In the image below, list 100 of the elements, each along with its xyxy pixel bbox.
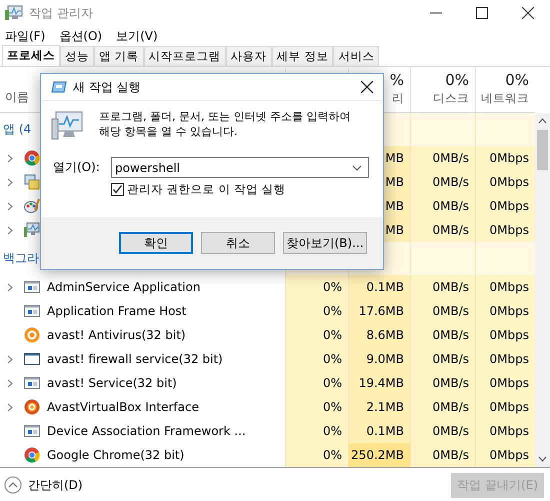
expand-chevron-icon[interactable] bbox=[7, 378, 13, 388]
expand-chevron-icon[interactable] bbox=[7, 154, 13, 162]
disk-value: 0MB/s bbox=[432, 424, 469, 438]
process-name: Device Association Framework ... bbox=[47, 424, 246, 438]
column-header[interactable]: 리 bbox=[392, 91, 404, 106]
memory-value: MB bbox=[385, 151, 404, 165]
tab[interactable]: 앱 기록 bbox=[94, 46, 144, 66]
group-heading: 백그라 bbox=[2, 250, 39, 267]
prompt-text: 프로그램, 폴더, 문서, 또는 인터넷 주소를 입력하여 해당 항목을 열 수 있습니다. bbox=[99, 109, 352, 139]
collapse-button[interactable]: 간단히(D) bbox=[4, 476, 83, 494]
memory-value: 250.2MB bbox=[351, 448, 404, 462]
memory-value: 9.0MB bbox=[366, 352, 404, 366]
service-icon bbox=[24, 423, 40, 439]
disk-value: 0MB/s bbox=[432, 328, 469, 342]
expand-chevron-icon[interactable] bbox=[7, 226, 13, 234]
monitor-icon bbox=[24, 222, 40, 238]
memory-value: MB bbox=[385, 223, 404, 237]
network-value: 0Mbps bbox=[490, 175, 529, 189]
column-percent: % bbox=[390, 71, 404, 89]
disk-value: 0MB/s bbox=[432, 400, 469, 414]
disk-value: 0MB/s bbox=[432, 199, 469, 213]
disk-value: 0MB/s bbox=[432, 304, 469, 318]
column-header[interactable]: 이름 bbox=[5, 89, 29, 106]
process-name: avast! Antivirus(32 bit) bbox=[47, 328, 186, 342]
network-value: 0Mbps bbox=[490, 199, 529, 213]
app-icon bbox=[5, 5, 23, 21]
tab[interactable]: 세부 정보 bbox=[272, 46, 334, 66]
scroll-up-icon[interactable] bbox=[538, 118, 547, 124]
close-icon[interactable] bbox=[522, 7, 534, 19]
collapse-icon[interactable] bbox=[4, 476, 22, 494]
expand-chevron-icon[interactable] bbox=[7, 354, 13, 364]
disk-value: 0MB/s bbox=[432, 223, 469, 237]
cpu-value: 0% bbox=[322, 400, 342, 414]
process-name: AdminService Application bbox=[47, 280, 200, 294]
cpu-value: 0% bbox=[322, 376, 342, 390]
memory-value: 8.6MB bbox=[366, 328, 404, 342]
disk-value: 0MB/s bbox=[432, 352, 469, 366]
checkbox[interactable] bbox=[111, 183, 124, 196]
expand-chevron-icon[interactable] bbox=[7, 178, 13, 186]
windows-icon bbox=[24, 174, 40, 190]
network-value: 0Mbps bbox=[490, 223, 529, 237]
memory-value: MB bbox=[385, 175, 404, 189]
memory-value: 0.1MB bbox=[366, 424, 404, 438]
scrollbar-thumb[interactable] bbox=[537, 130, 548, 170]
expand-chevron-icon[interactable] bbox=[7, 202, 13, 210]
dropdown-icon[interactable] bbox=[352, 165, 362, 171]
column-header[interactable]: 네트워크 bbox=[481, 91, 529, 106]
column-header[interactable]: 디스크 bbox=[433, 91, 469, 106]
maximize-icon[interactable] bbox=[476, 7, 488, 19]
chrome-icon bbox=[24, 447, 40, 463]
dialog-button[interactable]: 취소 bbox=[201, 232, 275, 254]
checkbox-label: 관리자 권한으로 이 작업 실행 bbox=[127, 182, 286, 197]
network-value: 0Mbps bbox=[490, 352, 529, 366]
network-value: 0Mbps bbox=[490, 424, 529, 438]
service-icon bbox=[24, 303, 40, 319]
close-icon[interactable] bbox=[361, 81, 373, 93]
memory-value: MB bbox=[385, 199, 404, 213]
cpu-value: 0% bbox=[322, 304, 342, 318]
tab[interactable]: 서비스 bbox=[333, 46, 380, 66]
network-value: 0Mbps bbox=[490, 376, 529, 390]
cpu-value: 0% bbox=[322, 328, 342, 342]
scrollbar[interactable] bbox=[535, 113, 550, 467]
window-icon bbox=[24, 351, 40, 367]
memory-value: 2.1MB bbox=[366, 400, 404, 414]
dialog-button[interactable]: 확인 bbox=[119, 232, 193, 254]
menu-item[interactable]: 옵션(O) bbox=[59, 28, 102, 44]
cpu-value: 0% bbox=[322, 424, 342, 438]
dialog-button[interactable]: 찾아보기(B)... bbox=[283, 232, 367, 254]
group-heading: 앱 (4 bbox=[2, 121, 32, 138]
tab[interactable]: 프로세스 bbox=[2, 45, 60, 66]
network-value: 0Mbps bbox=[490, 400, 529, 414]
tab[interactable]: 성능 bbox=[60, 46, 94, 66]
disk-value: 0MB/s bbox=[432, 280, 469, 294]
command-field[interactable]: powershell bbox=[111, 157, 369, 178]
expand-chevron-icon[interactable] bbox=[7, 282, 13, 292]
network-value: 0Mbps bbox=[490, 151, 529, 165]
process-name: AvastVirtualBox Interface bbox=[47, 400, 199, 414]
process-name: Application Frame Host bbox=[47, 304, 186, 318]
process-name: avast! firewall service(32 bit) bbox=[47, 352, 223, 366]
network-value: 0Mbps bbox=[490, 280, 529, 294]
disk-value: 0MB/s bbox=[432, 448, 469, 462]
window-title: 작업 관리자 bbox=[29, 4, 93, 22]
disk-value: 0MB/s bbox=[432, 376, 469, 390]
tab[interactable]: 사용자 bbox=[226, 46, 272, 66]
scroll-down-icon[interactable] bbox=[538, 456, 547, 462]
memory-value: 19.4MB bbox=[358, 376, 404, 390]
tab[interactable]: 시작프로그램 bbox=[144, 46, 226, 66]
process-name: avast! Service(32 bit) bbox=[47, 376, 177, 390]
disk-value: 0MB/s bbox=[432, 175, 469, 189]
service-icon bbox=[24, 375, 40, 391]
run-icon bbox=[51, 81, 67, 93]
memory-value: 0.1MB bbox=[366, 280, 404, 294]
open-label: 열기(O): bbox=[52, 159, 101, 176]
palette-icon bbox=[24, 198, 40, 214]
menu-item[interactable]: 파일(F) bbox=[5, 28, 46, 44]
cpu-value: 0% bbox=[322, 280, 342, 294]
expand-chevron-icon[interactable] bbox=[7, 402, 13, 412]
column-percent: 0% bbox=[445, 71, 469, 89]
menu-item[interactable]: 보기(V) bbox=[116, 28, 158, 44]
network-value: 0Mbps bbox=[490, 328, 529, 342]
